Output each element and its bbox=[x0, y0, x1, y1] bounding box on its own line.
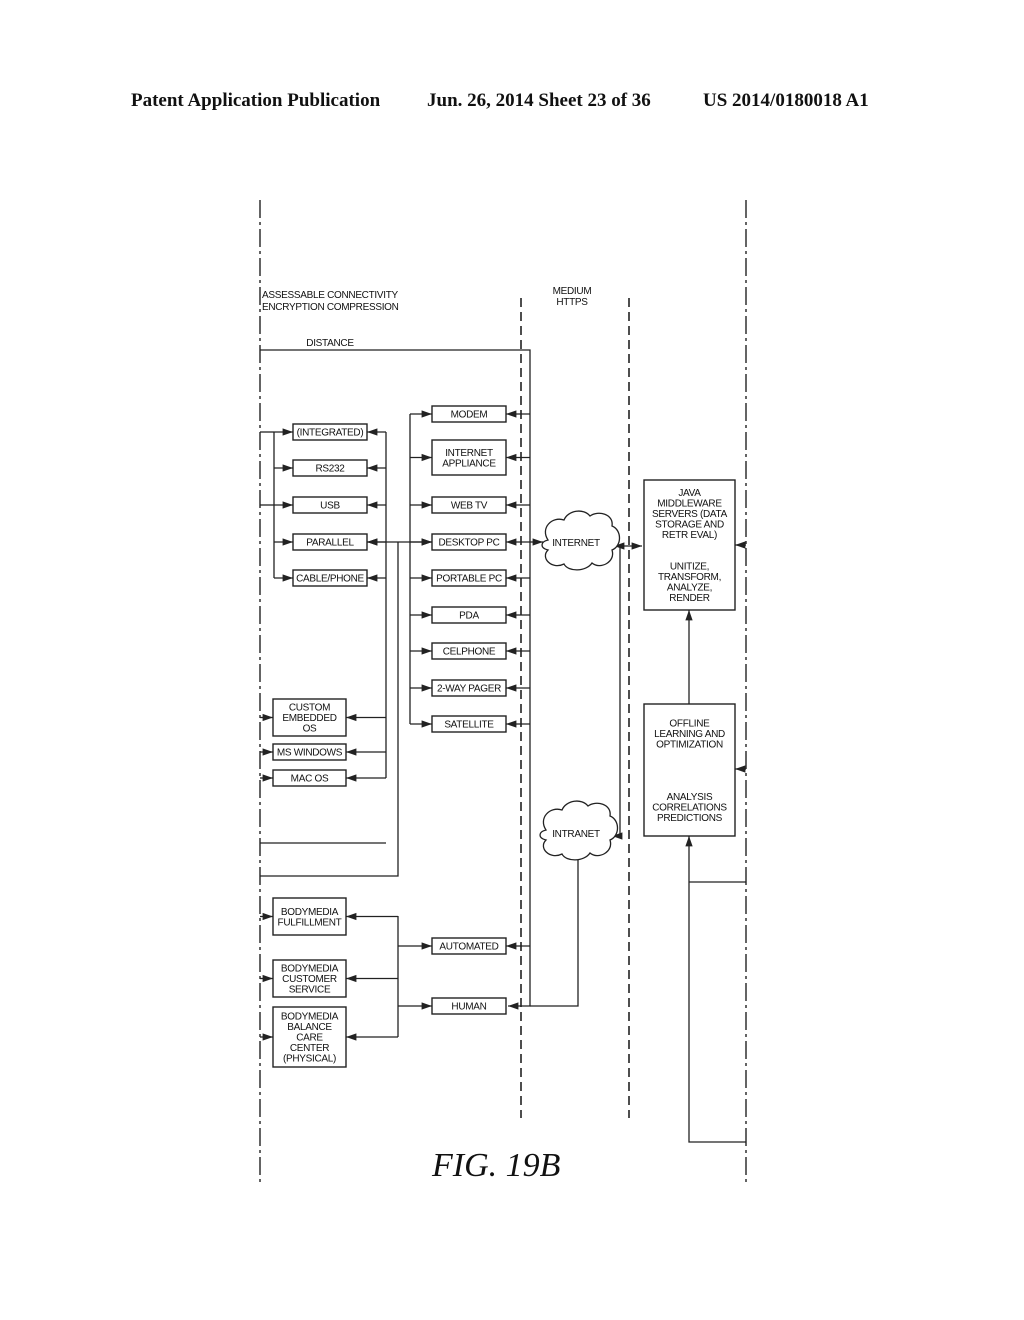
service-automated-label: AUTOMATED bbox=[439, 942, 498, 953]
device-internet-appliance-box: INTERNETAPPLIANCE bbox=[431, 439, 507, 476]
server-offline-learning-label: LEARNING AND bbox=[654, 729, 725, 740]
interface-parallel-box: PARALLEL bbox=[292, 533, 368, 551]
device-two-way-pager-box: 2-WAY PAGER bbox=[431, 679, 507, 697]
server-offline-learning-label: ANALYSIS bbox=[667, 792, 713, 803]
server-java-middleware-box: JAVAMIDDLEWARESERVERS (DATASTORAGE ANDRE… bbox=[643, 479, 736, 611]
os-mac-os-box: MAC OS bbox=[272, 769, 347, 787]
interface-usb-label: USB bbox=[320, 501, 340, 512]
os-mac-os-label: MAC OS bbox=[291, 774, 329, 785]
boxes: (INTEGRATED) RS232 USB PARALLEL CABLE/PHONE C… bbox=[272, 405, 736, 1068]
device-pda-label: PDA bbox=[459, 611, 479, 622]
os-ms-windows-label: MS WINDOWS bbox=[277, 748, 343, 759]
assessable-label-line2: ENCRYPTION COMPRESSION bbox=[262, 302, 399, 313]
server-offline-learning-label: OPTIMIZATION bbox=[656, 739, 723, 750]
device-web-tv-label: WEB TV bbox=[451, 501, 488, 512]
bodymedia-fulfillment-box: BODYMEDIAFULFILLMENT bbox=[272, 897, 347, 936]
interface-usb-box: USB bbox=[292, 496, 368, 514]
server-offline-learning-box: OFFLINELEARNING ANDOPTIMIZATION ANALYSISC… bbox=[643, 703, 736, 837]
interface-integrated-box: (INTEGRATED) bbox=[292, 423, 368, 441]
bodymedia-customer-service-label: BODYMEDIA bbox=[281, 964, 339, 975]
device-desktop-pc-label: DESKTOP PC bbox=[438, 538, 499, 549]
interface-rs232-box: RS232 bbox=[292, 459, 368, 477]
os-custom-embedded-os-label: OS bbox=[303, 724, 317, 735]
device-celphone-box: CELPHONE bbox=[431, 642, 507, 660]
device-two-way-pager-label: 2-WAY PAGER bbox=[437, 684, 501, 695]
bodymedia-balance-care-center-label: (PHYSICAL) bbox=[283, 1054, 336, 1065]
intranet-to-human-link bbox=[530, 858, 579, 1007]
bodymedia-balance-care-center-label: CENTER bbox=[290, 1043, 329, 1054]
os-custom-embedded-os-label: CUSTOM bbox=[289, 703, 330, 714]
server-java-middleware-label: UNITIZE, bbox=[670, 562, 709, 573]
device-internet-appliance-label: INTERNET bbox=[445, 448, 493, 459]
device-portable-pc-box: PORTABLE PC bbox=[431, 569, 507, 587]
server-java-middleware-label: STORAGE AND bbox=[655, 520, 724, 531]
medium-label: MEDIUM bbox=[553, 286, 592, 297]
server-offline-learning-label: OFFLINE bbox=[669, 718, 710, 729]
os-ms-windows-box: MS WINDOWS bbox=[272, 743, 347, 761]
bodymedia-customer-service-label: SERVICE bbox=[289, 985, 331, 996]
device-pda-box: PDA bbox=[431, 606, 507, 624]
interface-rs232-label: RS232 bbox=[315, 464, 345, 475]
device-modem-label: MODEM bbox=[451, 410, 488, 421]
interface-integrated-label: (INTEGRATED) bbox=[297, 428, 364, 439]
bodymedia-customer-service-label: CUSTOMER bbox=[282, 974, 337, 985]
device-internet-appliance-label: APPLIANCE bbox=[442, 458, 496, 469]
server-java-middleware-label: JAVA bbox=[678, 488, 701, 499]
server-java-middleware-label: TRANSFORM, bbox=[658, 572, 721, 583]
service-automated-box: AUTOMATED bbox=[431, 937, 507, 955]
device-portable-pc-label: PORTABLE PC bbox=[436, 574, 502, 585]
interface-parallel-label: PARALLEL bbox=[306, 538, 354, 549]
device-satellite-box: SATELLITE bbox=[431, 715, 507, 733]
https-label: HTTPS bbox=[556, 297, 588, 308]
interface-cable-phone-box: CABLE/PHONE bbox=[292, 569, 368, 587]
bodymedia-balance-care-center-label: CARE bbox=[296, 1033, 323, 1044]
os-custom-embedded-os-box: CUSTOMEMBEDDEDOS bbox=[272, 698, 347, 737]
internet-cloud: INTERNET bbox=[541, 510, 621, 571]
fig-19b-diagram: ASSESSABLE CONNECTIVITY ENCRYPTION COMPR… bbox=[259, 200, 747, 1184]
intranet-label: INTRANET bbox=[552, 829, 600, 840]
bodymedia-fulfillment-label: FULFILLMENT bbox=[278, 917, 342, 928]
distance-label: DISTANCE bbox=[306, 338, 354, 349]
server-offline-learning-label: CORRELATIONS bbox=[652, 802, 727, 813]
interface-cable-phone-label: CABLE/PHONE bbox=[296, 574, 364, 585]
device-modem-box: MODEM bbox=[431, 405, 507, 423]
figure-caption: FIG. 19B bbox=[431, 1147, 561, 1184]
internet-label: INTERNET bbox=[552, 538, 600, 549]
os-custom-embedded-os-label: EMBEDDED bbox=[282, 713, 336, 724]
bodymedia-balance-care-center-label: BODYMEDIA bbox=[281, 1012, 339, 1023]
device-celphone-label: CELPHONE bbox=[443, 647, 496, 658]
server-java-middleware-label: SERVERS (DATA bbox=[652, 509, 728, 520]
device-web-tv-box: WEB TV bbox=[431, 496, 507, 514]
bodymedia-balance-care-center-label: BALANCE bbox=[287, 1022, 332, 1033]
server-offline-learning-label: PREDICTIONS bbox=[657, 813, 723, 824]
device-desktop-pc-box: DESKTOP PC bbox=[431, 533, 507, 551]
server-java-middleware-label: ANALYZE, bbox=[667, 583, 712, 594]
service-human-box: HUMAN bbox=[431, 997, 507, 1015]
device-satellite-label: SATELLITE bbox=[444, 720, 494, 731]
server-java-middleware-label: MIDDLEWARE bbox=[657, 499, 722, 510]
intranet-cloud: INTRANET bbox=[539, 800, 619, 861]
service-human-label: HUMAN bbox=[451, 1002, 486, 1013]
server-java-middleware-label: RENDER bbox=[669, 593, 710, 604]
bodymedia-balance-care-center-box: BODYMEDIABALANCECARECENTER(PHYSICAL) bbox=[272, 1006, 347, 1068]
assessable-label-line1: ASSESSABLE CONNECTIVITY bbox=[262, 290, 399, 301]
bodymedia-fulfillment-label: BODYMEDIA bbox=[281, 907, 339, 918]
bodymedia-customer-service-box: BODYMEDIACUSTOMERSERVICE bbox=[272, 959, 347, 998]
internet-to-intranet-link bbox=[612, 546, 623, 840]
server-java-middleware-label: RETR EVAL) bbox=[662, 530, 717, 541]
